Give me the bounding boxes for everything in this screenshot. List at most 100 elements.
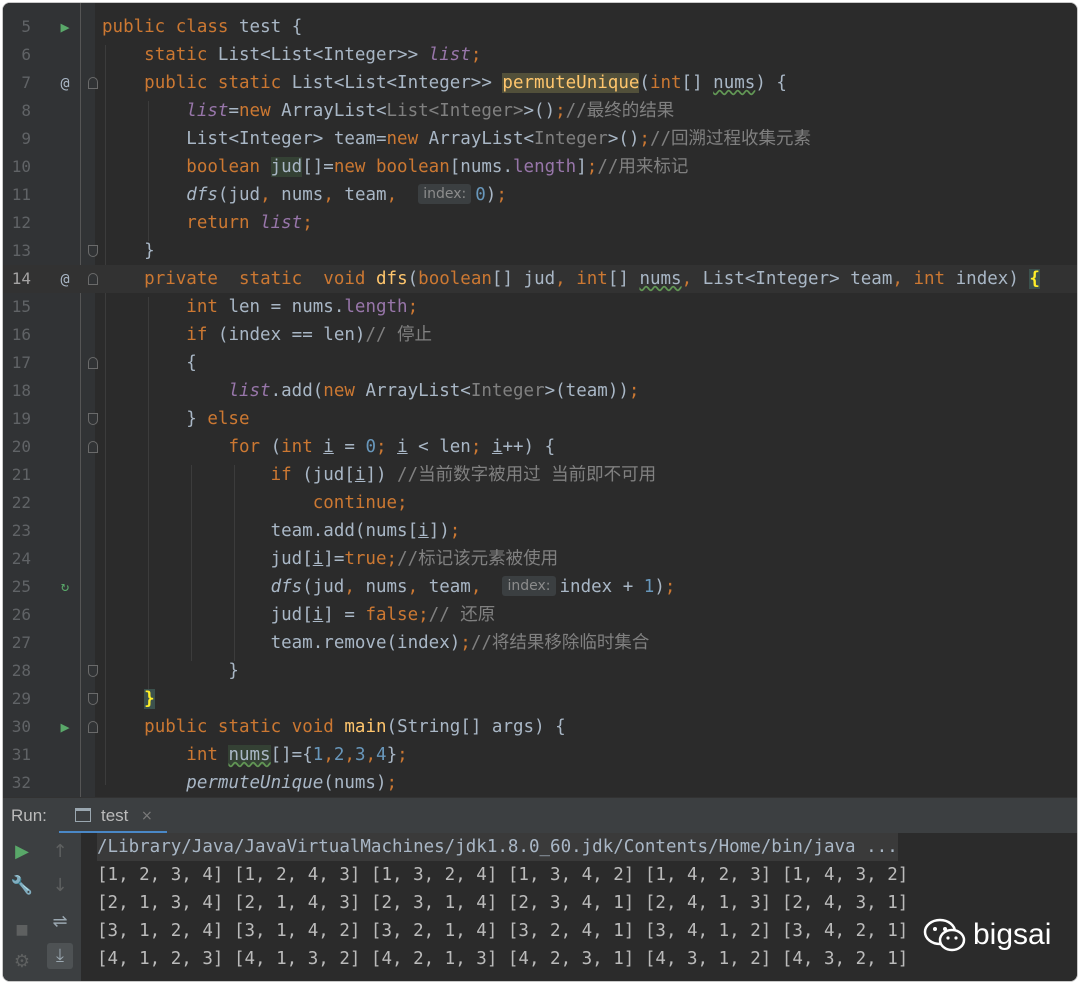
line-number[interactable]: 17 — [3, 349, 31, 377]
code-line[interactable]: 9 List<Integer> team=new ArrayList<Integ… — [3, 125, 1077, 153]
code-line[interactable]: 26 jud[i] = false;// 还原 — [3, 601, 1077, 629]
rerun-icon[interactable]: ▶ — [9, 839, 35, 865]
code-line[interactable]: 20 for (int i = 0; i < len; i++) { — [3, 433, 1077, 461]
code-text: public static List<List<Integer>> permut… — [144, 73, 787, 93]
line-number[interactable]: 19 — [3, 405, 31, 433]
code-line[interactable]: 31 int nums[]={1,2,3,4}; — [3, 741, 1077, 769]
code-line[interactable]: 27 team.remove(index);//将结果移除临时集合 — [3, 629, 1077, 657]
line-number[interactable]: 20 — [3, 433, 31, 461]
line-number[interactable]: 30 — [3, 713, 31, 741]
code-line[interactable]: 17 { — [3, 349, 1077, 377]
code-text: if (index == len)// 停止 — [186, 325, 433, 345]
line-number[interactable]: 21 — [3, 461, 31, 489]
override-gutter-icon[interactable]: @ — [55, 73, 75, 93]
run-console[interactable]: ▶ ↑ 🔧 ↓ ■ ⇌ ⚙ ⤓ /Library/Java/JavaVirtua… — [3, 833, 1077, 981]
code-text: boolean jud[]=new boolean[nums.length];/… — [186, 157, 689, 177]
fold-marker[interactable] — [88, 413, 98, 425]
code-line[interactable]: 11 dfs(jud, nums, team, index: 0); — [3, 181, 1077, 209]
fold-marker[interactable] — [88, 77, 98, 89]
arrow-down-icon[interactable]: ↓ — [47, 873, 73, 899]
code-line[interactable]: 32 permuteUnique(nums); — [3, 769, 1077, 797]
line-number[interactable]: 14 — [3, 265, 31, 293]
code-line[interactable]: 7 @ public static List<List<Integer>> pe… — [3, 69, 1077, 97]
line-number[interactable]: 13 — [3, 237, 31, 265]
wrench-icon[interactable]: 🔧 — [9, 873, 35, 899]
code-line-current[interactable]: 14 @ private static void dfs(boolean[] j… — [3, 265, 1077, 293]
code-text: permuteUnique(nums); — [186, 773, 398, 793]
line-number[interactable]: 18 — [3, 377, 31, 405]
line-number[interactable]: 9 — [3, 125, 31, 153]
line-number[interactable]: 28 — [3, 657, 31, 685]
line-number[interactable]: 25 — [3, 573, 31, 601]
fold-marker[interactable] — [88, 693, 98, 705]
fold-marker[interactable] — [88, 245, 98, 257]
code-line[interactable]: 24 jud[i]=true;//标记该元素被使用 — [3, 545, 1077, 573]
settings-icon[interactable]: ⚙ — [9, 949, 35, 975]
code-text: if (jud[i]) //当前数字被用过 当前即不可用 — [270, 465, 657, 485]
line-number[interactable]: 8 — [3, 97, 31, 125]
line-number[interactable]: 26 — [3, 601, 31, 629]
code-line[interactable]: 30 ▶ public static void main(String[] ar… — [3, 713, 1077, 741]
line-number[interactable]: 15 — [3, 293, 31, 321]
code-line[interactable]: 18 list.add(new ArrayList<Integer>(team)… — [3, 377, 1077, 405]
line-number[interactable]: 29 — [3, 685, 31, 713]
fold-marker[interactable] — [88, 721, 98, 733]
code-line[interactable]: 23 team.add(nums[i]); — [3, 517, 1077, 545]
line-number[interactable]: 6 — [3, 41, 31, 69]
code-text: { — [102, 353, 197, 373]
fold-marker[interactable] — [88, 273, 98, 285]
code-text: public static void main(String[] args) { — [144, 717, 566, 737]
run-tab-test[interactable]: test × — [59, 798, 167, 834]
code-text: list.add(new ArrayList<Integer>(team)); — [228, 381, 640, 401]
code-text: return list; — [186, 213, 313, 233]
code-line[interactable]: 13 } — [3, 237, 1077, 265]
line-number[interactable]: 32 — [3, 769, 31, 797]
code-line[interactable]: 21 if (jud[i]) //当前数字被用过 当前即不可用 — [3, 461, 1077, 489]
code-line[interactable]: 5 ▶ public class test { — [3, 13, 1077, 41]
code-text: dfs(jud, nums, team, index: index + 1); — [270, 576, 676, 597]
fold-marker[interactable] — [88, 665, 98, 677]
soft-wrap-icon[interactable]: ⇌ — [47, 909, 73, 935]
fold-marker[interactable] — [88, 441, 98, 453]
line-number[interactable]: 7 — [3, 69, 31, 97]
code-line[interactable]: 29 } — [3, 685, 1077, 713]
line-number[interactable]: 12 — [3, 209, 31, 237]
code-text: jud[i]=true;//标记该元素被使用 — [270, 549, 559, 569]
code-line[interactable]: 8 list=new ArrayList<List<Integer>>();//… — [3, 97, 1077, 125]
close-icon[interactable]: × — [141, 798, 153, 834]
line-number[interactable]: 5 — [3, 13, 31, 41]
line-number[interactable]: 22 — [3, 489, 31, 517]
code-line[interactable]: 22 continue; — [3, 489, 1077, 517]
stop-icon[interactable]: ■ — [9, 917, 35, 943]
run-gutter-icon[interactable]: ▶ — [55, 717, 75, 737]
fold-marker[interactable] — [88, 357, 98, 369]
override-gutter-icon[interactable]: @ — [55, 269, 75, 289]
code-line[interactable]: 6 static List<List<Integer>> list; — [3, 41, 1077, 69]
arrow-up-icon[interactable]: ↑ — [47, 839, 73, 865]
recursive-call-icon[interactable]: ↻ — [55, 577, 75, 597]
code-line[interactable]: 25 ↻ dfs(jud, nums, team, index: index + … — [3, 573, 1077, 601]
line-number[interactable]: 10 — [3, 153, 31, 181]
code-text: jud[i] = false;// 还原 — [270, 605, 496, 625]
code-line[interactable]: 16 if (index == len)// 停止 — [3, 321, 1077, 349]
line-number[interactable]: 27 — [3, 629, 31, 657]
line-number[interactable]: 16 — [3, 321, 31, 349]
code-line[interactable]: 15 int len = nums.length; — [3, 293, 1077, 321]
code-text: public class test { — [102, 17, 303, 37]
scroll-to-end-icon[interactable]: ⤓ — [47, 943, 73, 969]
code-text: team.remove(index);//将结果移除临时集合 — [270, 633, 650, 653]
code-line[interactable]: 28 } — [3, 657, 1077, 685]
code-line[interactable]: 12 return list; — [3, 209, 1077, 237]
line-number[interactable]: 24 — [3, 545, 31, 573]
code-editor[interactable]: 5 ▶ public class test { 6 static List<Li… — [3, 3, 1077, 797]
code-line[interactable]: 19 } else — [3, 405, 1077, 433]
line-number[interactable]: 11 — [3, 181, 31, 209]
code-line[interactable]: 10 boolean jud[]=new boolean[nums.length… — [3, 153, 1077, 181]
console-window-icon — [75, 808, 91, 822]
code-text: list=new ArrayList<List<Integer>>();//最终… — [186, 101, 675, 121]
line-number[interactable]: 31 — [3, 741, 31, 769]
code-text: private static void dfs(boolean[] jud, i… — [144, 269, 1040, 289]
run-gutter-icon[interactable]: ▶ — [55, 17, 75, 37]
code-text: dfs(jud, nums, team, index: 0); — [186, 184, 507, 205]
line-number[interactable]: 23 — [3, 517, 31, 545]
